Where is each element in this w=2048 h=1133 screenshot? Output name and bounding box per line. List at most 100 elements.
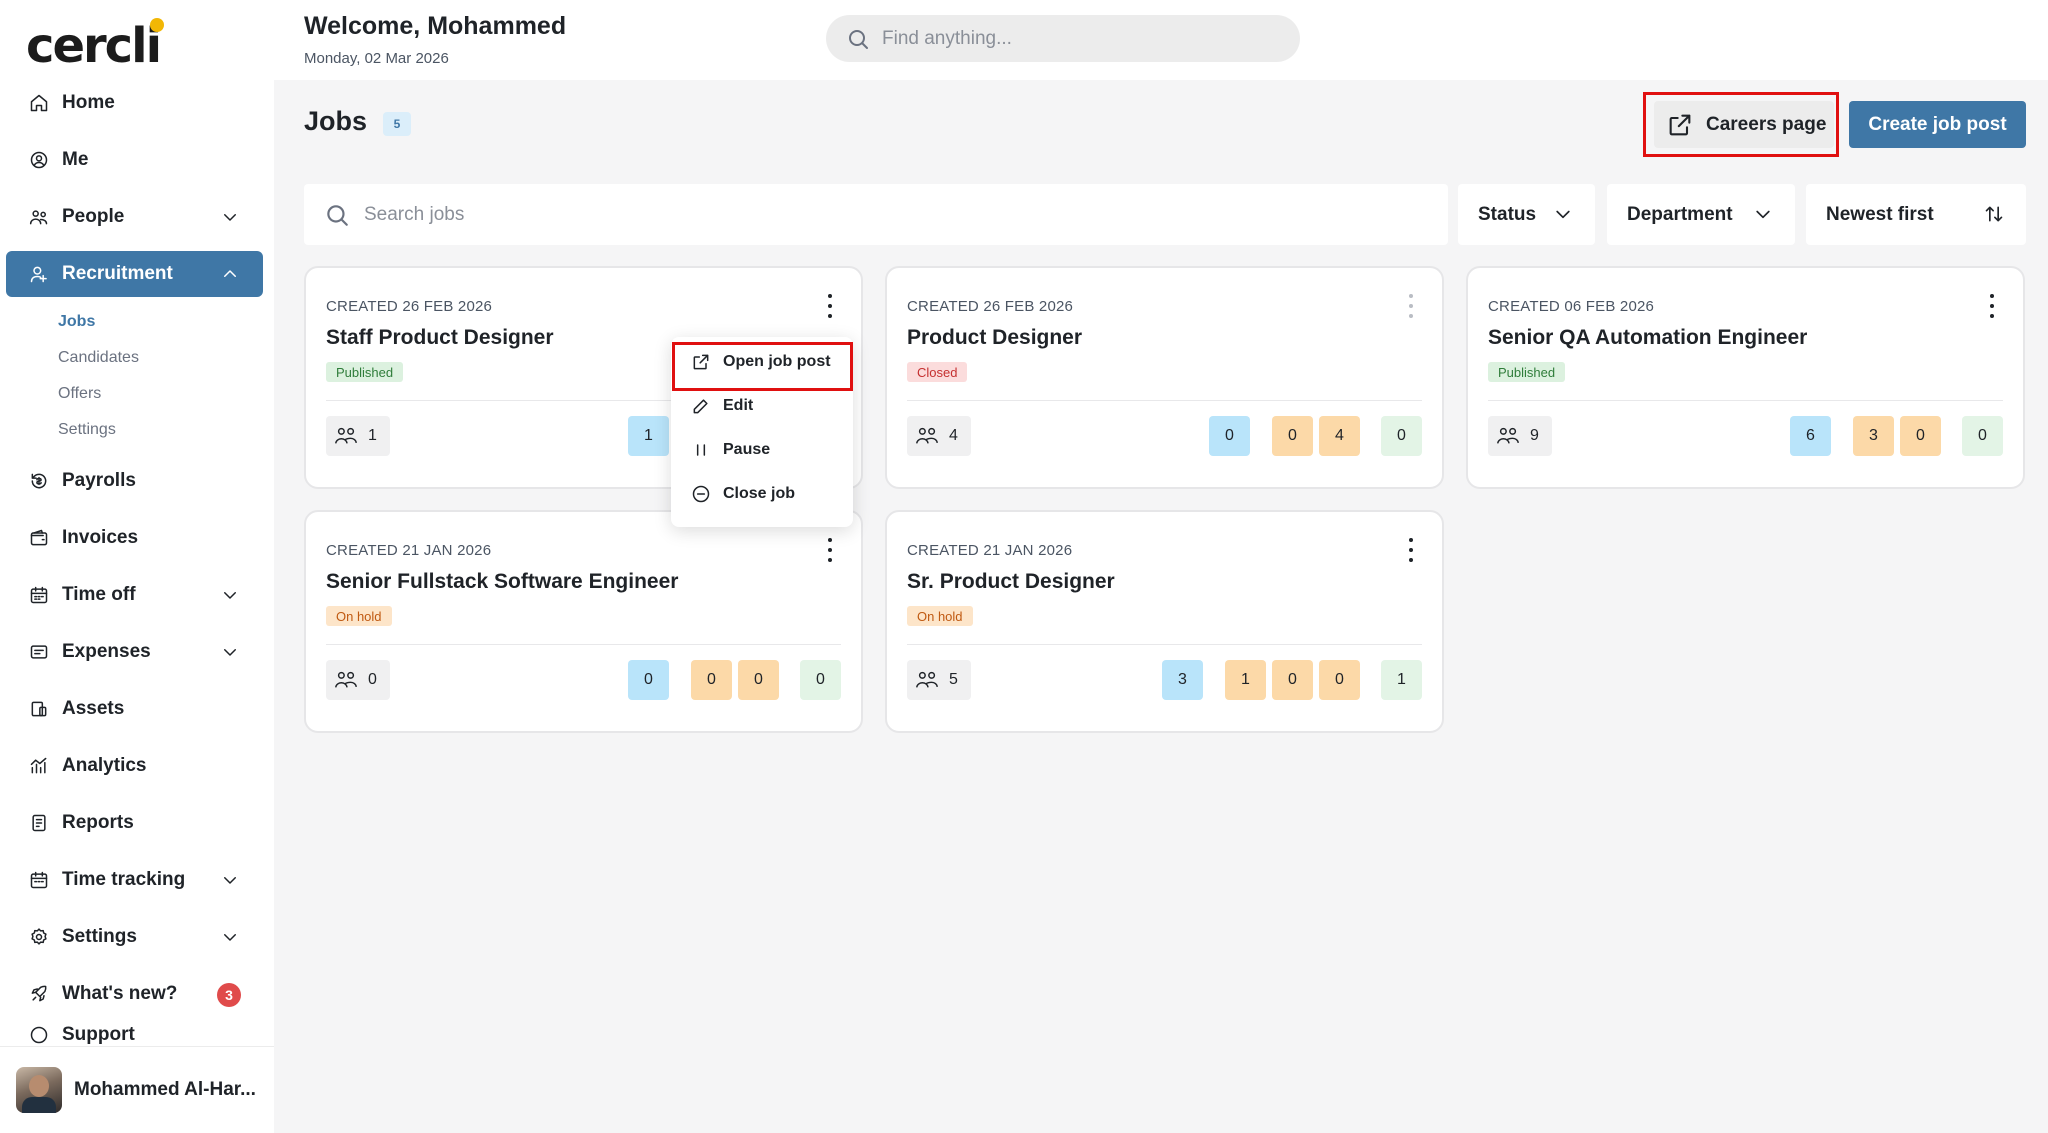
applicants-value: 5 <box>949 671 958 688</box>
job-title[interactable]: Staff Product Designer <box>326 326 554 350</box>
people-icon <box>335 671 357 688</box>
recruitment-icon <box>28 263 50 285</box>
create-job-post-button[interactable]: Create job post <box>1849 101 2026 148</box>
applicants-count[interactable]: 5 <box>907 660 971 700</box>
menu-open-job-post[interactable]: Open job post <box>691 347 831 377</box>
stage-count[interactable]: 0 <box>1319 660 1360 700</box>
nav-reports[interactable]: Reports <box>6 800 263 846</box>
status-badge: Closed <box>907 362 968 382</box>
stage-count[interactable]: 1 <box>1225 660 1266 700</box>
chevron-up-icon[interactable] <box>221 265 239 283</box>
chevron-down-icon[interactable] <box>221 928 239 946</box>
job-card[interactable]: CREATED 26 FEB 2026 Product Designer Clo… <box>885 266 1444 489</box>
nav-recruitment[interactable]: Recruitment <box>6 251 263 297</box>
more-options-icon[interactable] <box>825 538 835 562</box>
nav-home[interactable]: Home <box>6 80 263 126</box>
job-card[interactable]: CREATED 06 FEB 2026 Senior QA Automation… <box>1466 266 2025 489</box>
stage-count[interactable]: 0 <box>1272 660 1313 700</box>
nav-label: Recruitment <box>62 263 173 284</box>
nav-assets[interactable]: Assets <box>6 686 263 732</box>
menu-close-job[interactable]: Close job <box>691 479 795 509</box>
nav-support[interactable]: Support <box>6 1022 263 1046</box>
chevron-down-icon[interactable] <box>221 643 239 661</box>
stage-count[interactable]: 0 <box>1272 416 1313 456</box>
chevron-down-icon[interactable] <box>221 871 239 889</box>
nav-invoices[interactable]: Invoices <box>6 515 263 561</box>
job-title[interactable]: Senior Fullstack Software Engineer <box>326 570 678 594</box>
subnav-jobs[interactable]: Jobs <box>58 304 263 340</box>
external-link-icon <box>693 354 709 370</box>
job-title[interactable]: Sr. Product Designer <box>907 570 1115 594</box>
status-badge: Published <box>326 362 404 382</box>
menu-pause[interactable]: Pause <box>691 435 770 465</box>
created-date: CREATED 06 FEB 2026 <box>1488 298 1655 315</box>
applicants-count[interactable]: 1 <box>326 416 390 456</box>
nav-settings[interactable]: Settings <box>6 914 263 960</box>
people-icon <box>1497 427 1519 444</box>
job-title[interactable]: Product Designer <box>907 326 1082 350</box>
status-filter[interactable]: Status <box>1458 184 1595 245</box>
nav-analytics[interactable]: Analytics <box>6 743 263 789</box>
sort-icon <box>1985 206 2003 222</box>
global-search[interactable] <box>826 15 1300 62</box>
nav-me[interactable]: Me <box>6 137 263 183</box>
applicants-value: 0 <box>368 671 377 688</box>
global-search-input[interactable] <box>882 27 1262 50</box>
stage-count[interactable]: 4 <box>1319 416 1360 456</box>
nav-label: What's new? <box>62 983 178 1004</box>
stage-count[interactable]: 0 <box>691 660 732 700</box>
menu-edit[interactable]: Edit <box>691 391 753 421</box>
subnav-settings[interactable]: Settings <box>58 412 263 448</box>
stage-count[interactable]: 0 <box>1209 416 1250 456</box>
more-options-icon[interactable] <box>1987 294 1997 318</box>
job-card[interactable]: CREATED 21 JAN 2026 Sr. Product Designer… <box>885 510 1444 733</box>
chevron-down-icon[interactable] <box>221 208 239 226</box>
chevron-down-icon <box>1756 210 1770 219</box>
more-options-icon[interactable] <box>1406 538 1416 562</box>
nav-label: Support <box>62 1024 135 1045</box>
stage-count[interactable]: 0 <box>628 660 669 700</box>
recruitment-subnav: Jobs Candidates Offers Settings <box>58 304 263 448</box>
status-filter-label: Status <box>1478 203 1537 225</box>
jobs-search[interactable] <box>304 184 1448 245</box>
nav-expenses[interactable]: Expenses <box>6 629 263 675</box>
subnav-candidates[interactable]: Candidates <box>58 340 263 376</box>
user-profile[interactable]: Mohammed Al-Har... <box>0 1046 274 1133</box>
nav-payrolls[interactable]: Payrolls <box>6 458 263 504</box>
cercli-logo[interactable]: cercli <box>26 18 165 70</box>
stage-count[interactable]: 0 <box>1962 416 2003 456</box>
job-title[interactable]: Senior QA Automation Engineer <box>1488 326 1807 350</box>
people-icon <box>916 427 938 444</box>
stage-count[interactable]: 0 <box>738 660 779 700</box>
subnav-offers[interactable]: Offers <box>58 376 263 412</box>
nav-time-off[interactable]: Time off <box>6 572 263 618</box>
divider <box>326 644 841 645</box>
job-card[interactable]: CREATED 21 JAN 2026 Senior Fullstack Sof… <box>304 510 863 733</box>
stage-count[interactable]: 0 <box>800 660 841 700</box>
stage-count[interactable]: 0 <box>1900 416 1941 456</box>
more-options-icon[interactable] <box>825 294 835 318</box>
applicants-count[interactable]: 9 <box>1488 416 1552 456</box>
department-filter[interactable]: Department <box>1607 184 1795 245</box>
menu-label: Close job <box>723 485 796 502</box>
stage-count[interactable]: 3 <box>1162 660 1203 700</box>
stage-count[interactable]: 0 <box>1381 416 1422 456</box>
applicants-count[interactable]: 0 <box>326 660 390 700</box>
chevron-down-icon[interactable] <box>221 586 239 604</box>
stage-count[interactable]: 1 <box>1381 660 1422 700</box>
nav-people[interactable]: People <box>6 194 263 240</box>
jobs-search-input[interactable] <box>364 203 1364 226</box>
menu-label: Pause <box>723 441 771 458</box>
sort-dropdown[interactable]: Newest first <box>1806 184 2026 245</box>
stage-count[interactable]: 3 <box>1853 416 1894 456</box>
created-date: CREATED 21 JAN 2026 <box>907 542 1073 559</box>
nav-label: Me <box>62 149 89 170</box>
nav-time-tracking[interactable]: Time tracking <box>6 857 263 903</box>
nav-whats-new[interactable]: What's new? 3 <box>6 971 263 1017</box>
careers-page-button[interactable]: Careers page <box>1654 101 1834 148</box>
applicants-count[interactable]: 4 <box>907 416 971 456</box>
more-options-icon[interactable] <box>1406 294 1416 318</box>
stage-count[interactable]: 6 <box>1790 416 1831 456</box>
search-icon <box>849 29 868 49</box>
stage-count[interactable]: 1 <box>628 416 669 456</box>
